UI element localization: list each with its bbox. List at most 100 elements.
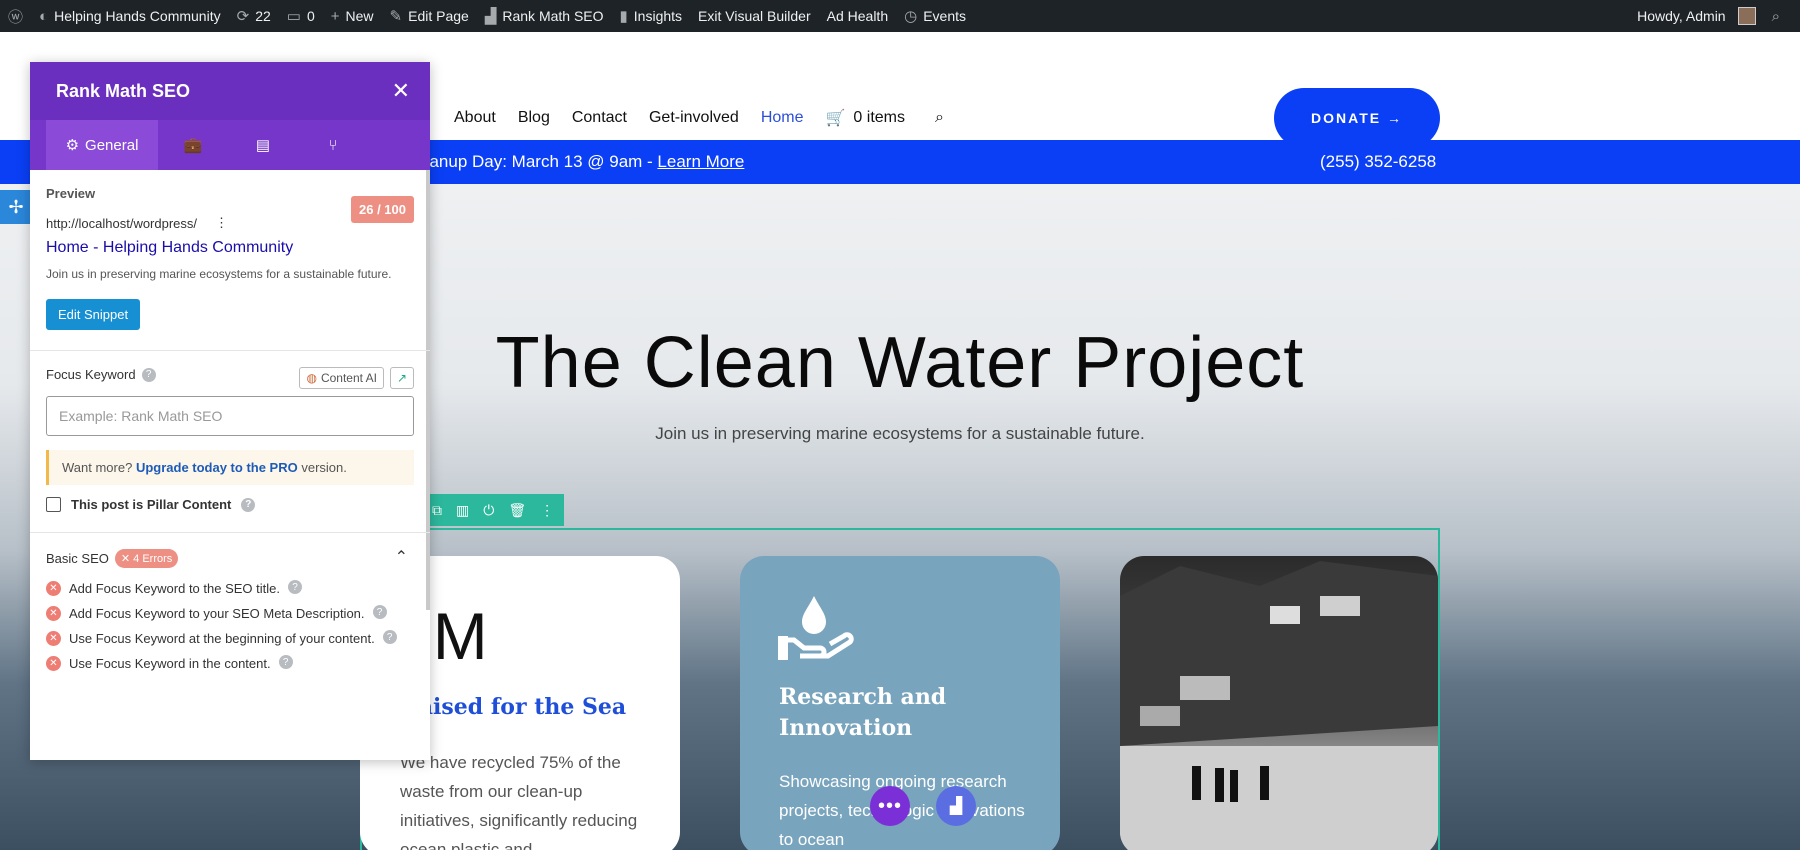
upgrade-notice: Want more? Upgrade today to the PRO vers… (46, 450, 414, 485)
stat-heading: Raised for the Sea (400, 694, 627, 720)
pillar-content-label: This post is Pillar Content (71, 497, 232, 512)
notice-prefix: Want more? (62, 460, 136, 475)
nav-get-involved[interactable]: Get-involved (649, 109, 739, 127)
ad-health-menu[interactable]: Ad Health (819, 0, 896, 32)
share-icon: ⑂ (328, 136, 338, 154)
edit-page-link[interactable]: ✎ Edit Page (382, 0, 477, 32)
rank-math-panel: Rank Math SEO ✕ ⚙ General 💼 ▤ ⑂ Preview 2… (30, 62, 430, 760)
focus-keyword-label: Focus Keyword (46, 367, 136, 382)
wordpress-logo-menu[interactable]: ⓦ (0, 0, 31, 32)
search-icon: ⌕ (1771, 7, 1780, 25)
panel-title: Rank Math SEO (56, 80, 191, 101)
panel-header: Rank Math SEO ✕ (30, 62, 430, 120)
pillar-content-row: This post is Pillar Content? (46, 497, 414, 512)
move-icon: ✢ (8, 196, 24, 217)
focus-keyword-input[interactable]: Example: Rank Math SEO (46, 396, 414, 436)
basic-seo-label: Basic SEO (46, 551, 109, 566)
site-name: Helping Hands Community (54, 8, 221, 24)
cart-label: 0 items (853, 109, 905, 126)
panel-body: Preview 26 / 100 http://localhost/wordpr… (30, 170, 430, 760)
insights-label: Insights (633, 8, 683, 24)
check-text: Add Focus Keyword to your SEO Meta Descr… (69, 606, 365, 621)
trash-icon[interactable]: 🗑 (508, 502, 526, 519)
cart-link[interactable]: 🛒 0 items (826, 108, 906, 128)
help-icon[interactable]: ? (372, 605, 387, 619)
research-heading: Research and Innovation (779, 684, 947, 741)
help-icon[interactable]: ? (141, 367, 156, 382)
pillar-content-checkbox[interactable] (46, 497, 61, 512)
builder-drag-handle[interactable]: ✢ (0, 190, 32, 224)
more-icon[interactable]: ⋮ (540, 502, 554, 519)
kebab-icon[interactable]: ⋮ (215, 215, 228, 231)
wp-admin-bar: ⓦ ◐ Helping Hands Community ⟳ 22 ▭ 0 + New ✎… (0, 0, 1800, 32)
my-account-menu[interactable]: Howdy, Admin (1629, 0, 1763, 32)
check-item: ✕ Add Focus Keyword to the SEO title.? (46, 580, 414, 597)
basic-seo-section: Basic SEO ✕ 4 Errors ⌃ ✕ Add Focus Keyword… (30, 533, 430, 688)
cart-icon: 🛒 (825, 110, 846, 127)
basic-seo-header[interactable]: Basic SEO ✕ 4 Errors (46, 549, 414, 568)
ellipsis-icon: ••• (877, 794, 902, 817)
updates-menu[interactable]: ⟳ 22 (229, 0, 279, 32)
content-ai-icon: ◍ (306, 371, 317, 385)
calendar-icon: ◷ (904, 8, 918, 25)
howdy-label: Howdy, Admin (1637, 8, 1726, 24)
help-icon[interactable]: ? (382, 630, 397, 644)
preview-section: Preview 26 / 100 http://localhost/wordpr… (30, 170, 430, 351)
tab-advanced[interactable]: 💼 (158, 120, 228, 170)
trend-icon: ↗ (396, 371, 408, 385)
errors-badge: ✕ 4 Errors (114, 549, 179, 568)
comment-icon: ▭ (286, 8, 301, 25)
new-content-menu[interactable]: + New (323, 0, 382, 32)
water-hand-icon (778, 596, 854, 660)
beach-photo-image (1120, 561, 1438, 850)
site-name-menu[interactable]: ◐ Helping Hands Community (31, 0, 229, 32)
updates-count: 22 (255, 8, 271, 24)
main-nav: About Blog Contact Get-involved Home 🛒 0 … (454, 108, 944, 128)
tab-social[interactable]: ⑂ (298, 120, 368, 170)
preview-title: Home - Helping Hands Community (46, 239, 294, 256)
bar-chart-icon: ▮ (619, 8, 628, 25)
learn-more-link[interactable]: Learn More (657, 152, 744, 171)
nav-home[interactable]: Home (761, 109, 804, 127)
insights-menu[interactable]: ▮ Insights (612, 0, 691, 32)
announcement-message: eanup Day: March 13 @ 9am - (420, 152, 658, 171)
rank-math-menu[interactable]: ▟ Rank Math SEO (477, 0, 612, 32)
search-icon[interactable]: ⌕ (935, 109, 944, 127)
dashboard-icon: ◐ (39, 7, 49, 25)
rank-math-icon: ▟ (949, 798, 963, 815)
nav-blog[interactable]: Blog (518, 109, 550, 127)
nav-about[interactable]: About (454, 109, 496, 127)
preview-description: Join us in preserving marine ecosystems … (46, 267, 392, 281)
donate-button[interactable]: DONATE → (1274, 88, 1440, 148)
more-options-button[interactable]: ••• (870, 786, 910, 826)
error-icon: ✕ (46, 581, 61, 596)
help-icon[interactable]: ? (278, 655, 293, 669)
trends-button[interactable]: ↗ (390, 367, 414, 389)
exit-visual-builder-link[interactable]: Exit Visual Builder (690, 0, 819, 32)
columns-icon[interactable]: ▥ (456, 502, 469, 519)
tab-schema[interactable]: ▤ (228, 120, 298, 170)
content-ai-label: Content AI (320, 371, 377, 385)
tab-general[interactable]: ⚙ General (46, 120, 158, 170)
help-icon[interactable]: ? (241, 497, 256, 512)
check-item: ✕ Add Focus Keyword to your SEO Meta Desc… (46, 605, 414, 622)
edit-snippet-button[interactable]: Edit Snippet (46, 299, 141, 330)
events-menu[interactable]: ◷ Events (896, 0, 974, 32)
upgrade-link[interactable]: Upgrade today to the PRO (136, 460, 298, 475)
power-icon[interactable]: ⏻ (483, 502, 494, 519)
nav-contact[interactable]: Contact (572, 109, 627, 127)
rank-math-label: Rank Math SEO (502, 8, 604, 24)
close-icon[interactable]: ✕ (392, 78, 410, 104)
comments-menu[interactable]: ▭ 0 (279, 0, 323, 32)
tab-general-label: General (85, 136, 139, 154)
phone-number[interactable]: (255) 352-6258 (1320, 152, 1436, 172)
chevron-up-icon[interactable]: ⌃ (395, 547, 408, 567)
help-icon[interactable]: ? (288, 580, 302, 594)
updates-icon: ⟳ (236, 8, 250, 25)
announcement-text: eanup Day: March 13 @ 9am - Learn More (420, 152, 744, 172)
rank-math-fab[interactable]: ▟ (936, 786, 976, 826)
content-ai-button[interactable]: ◍ Content AI (299, 367, 384, 389)
duplicate-icon[interactable]: ⧉ (432, 502, 442, 519)
admin-search[interactable]: ⌕ (1764, 0, 1788, 32)
errors-badge-label: 4 Errors (133, 553, 173, 565)
